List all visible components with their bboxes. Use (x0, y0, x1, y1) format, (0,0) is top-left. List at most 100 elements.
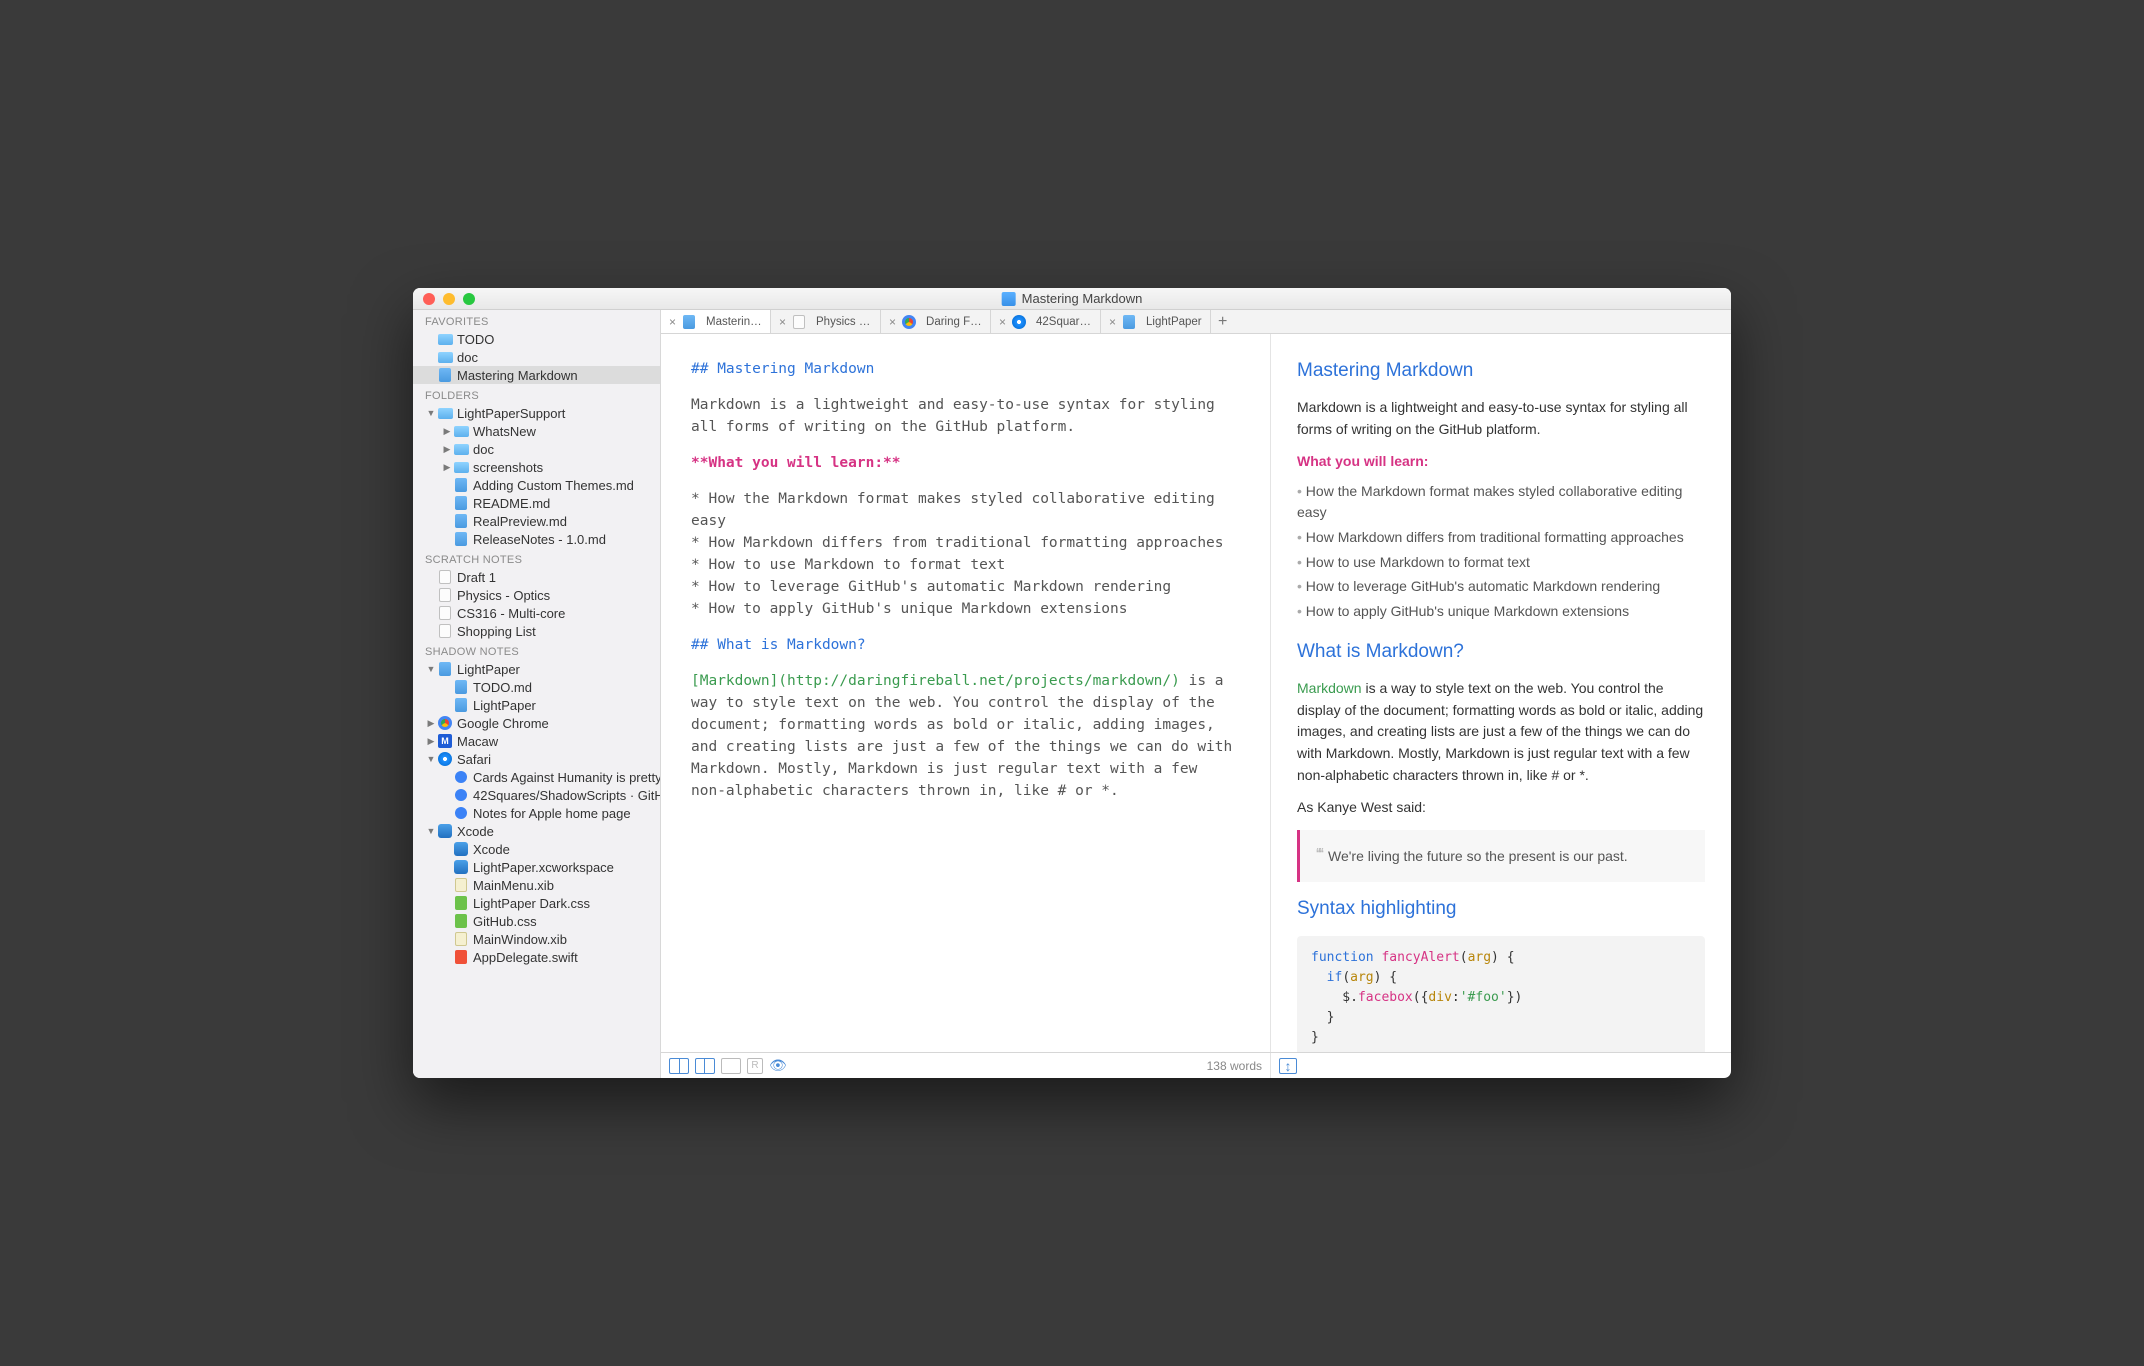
sidebar-item[interactable]: MainWindow.xib (413, 930, 660, 948)
editor-heading: ## Mastering Markdown (691, 361, 874, 377)
reading-mode-button[interactable]: R (747, 1058, 763, 1074)
sidebar-item[interactable]: Shopping List (413, 622, 660, 640)
file-icon (437, 368, 453, 382)
sync-scroll-button[interactable]: ↕ (1279, 1058, 1297, 1074)
sidebar-item-label: MainWindow.xib (473, 932, 567, 947)
disclosure-icon[interactable]: ▼ (425, 754, 437, 764)
layout-right-button[interactable] (695, 1058, 715, 1074)
sidebar-item[interactable]: ▼ Safari (413, 750, 660, 768)
xcode-icon (453, 860, 469, 874)
safari-icon (1011, 315, 1027, 329)
preview-pane: Mastering Markdown Markdown is a lightwe… (1271, 334, 1731, 1052)
sidebar-item[interactable]: GitHub.css (413, 912, 660, 930)
list-item: How the Markdown format makes styled col… (1297, 481, 1705, 524)
sidebar-item[interactable]: LightPaper Dark.css (413, 894, 660, 912)
sidebar-item[interactable]: Notes for Apple home page (413, 804, 660, 822)
sidebar-item[interactable]: RealPreview.md (413, 512, 660, 530)
disclosure-icon[interactable]: ▶ (441, 462, 453, 473)
layout-full-button[interactable] (721, 1058, 741, 1074)
status-bar: R 👁 138 words ↕ (661, 1052, 1731, 1078)
sidebar-item[interactable]: doc (413, 348, 660, 366)
sidebar-item[interactable]: Cards Against Humanity is pretty… (413, 768, 660, 786)
sidebar-item-label: CS316 - Multi-core (457, 606, 565, 621)
disclosure-icon[interactable]: ▶ (441, 426, 453, 437)
close-tab-icon[interactable]: × (889, 315, 896, 329)
layout-left-button[interactable] (669, 1058, 689, 1074)
sidebar-item-label: screenshots (473, 460, 543, 475)
sidebar-item[interactable]: ▶doc (413, 440, 660, 458)
close-tab-icon[interactable]: × (999, 315, 1006, 329)
sidebar-item[interactable]: LightPaper.xcworkspace (413, 858, 660, 876)
file-icon (1121, 315, 1137, 329)
section-scratch: SCRATCH NOTES (413, 548, 660, 568)
disclosure-icon[interactable]: ▶ (425, 718, 437, 729)
sidebar-item[interactable]: Draft 1 (413, 568, 660, 586)
sidebar-item[interactable]: ▶MMacaw (413, 732, 660, 750)
zoom-window-button[interactable] (463, 293, 475, 305)
sidebar-item-label: Shopping List (457, 624, 536, 639)
sidebar-item[interactable]: AppDelegate.swift (413, 948, 660, 966)
sidebar-item[interactable]: ▶Google Chrome (413, 714, 660, 732)
disclosure-icon[interactable]: ▼ (425, 664, 437, 674)
sidebar-item-label: MainMenu.xib (473, 878, 554, 893)
section-favorites: FAVORITES (413, 310, 660, 330)
sidebar-item[interactable]: TODO (413, 330, 660, 348)
sidebar-item[interactable]: ▶WhatsNew (413, 422, 660, 440)
sidebar-item[interactable]: 42Squares/ShadowScripts · GitHub (413, 786, 660, 804)
disclosure-icon[interactable]: ▶ (441, 444, 453, 455)
sidebar-item-label: GitHub.css (473, 914, 537, 929)
sidebar-item[interactable]: Xcode (413, 840, 660, 858)
sidebar-item[interactable]: ▼LightPaper (413, 660, 660, 678)
preview-subheading: What you will learn: (1297, 451, 1705, 473)
minimize-window-button[interactable] (443, 293, 455, 305)
preview-link[interactable]: Markdown (1297, 680, 1362, 696)
disclosure-icon[interactable]: ▼ (425, 826, 437, 836)
sidebar-item-label: README.md (473, 496, 550, 511)
titlebar: Mastering Markdown (413, 288, 1731, 310)
file-icon (453, 514, 469, 528)
sidebar-item[interactable]: ▶ screenshots (413, 458, 660, 476)
sidebar-item-label: LightPaper.xcworkspace (473, 860, 614, 875)
disclosure-icon[interactable]: ▼ (425, 408, 437, 418)
list-item: How to use Markdown to format text (1297, 552, 1705, 574)
new-tab-button[interactable]: + (1211, 310, 1235, 333)
preview-toggle-button[interactable]: 👁 (769, 1057, 787, 1074)
sidebar-item[interactable]: ▼LightPaperSupport (413, 404, 660, 422)
tab[interactable]: ×42Square… (991, 310, 1101, 333)
preview-quote: We're living the future so the present i… (1297, 830, 1705, 882)
editor-pane[interactable]: ## Mastering Markdown Markdown is a ligh… (661, 334, 1271, 1052)
folder-icon (453, 442, 469, 456)
sidebar-item[interactable]: CS316 - Multi-core (413, 604, 660, 622)
tab[interactable]: × Mastering Mar… (661, 310, 771, 333)
sidebar-item[interactable]: TODO.md (413, 678, 660, 696)
sidebar-item-label: Macaw (457, 734, 498, 749)
tab-label: Daring Fir… (926, 316, 982, 328)
sidebar-item-label: Safari (457, 752, 491, 767)
sidebar-item[interactable]: Adding Custom Themes.md (413, 476, 660, 494)
sidebar-item[interactable]: MainMenu.xib (413, 876, 660, 894)
list-item: How to apply GitHub's unique Markdown ex… (1297, 601, 1705, 623)
sidebar-item-label: Draft 1 (457, 570, 496, 585)
tab-label: Mastering Mar… (706, 316, 762, 328)
sidebar-item[interactable]: README.md (413, 494, 660, 512)
sidebar-item-label: RealPreview.md (473, 514, 567, 529)
window-title-text: Mastering Markdown (1022, 291, 1143, 306)
close-tab-icon[interactable]: × (669, 315, 676, 329)
list-item: How Markdown differs from traditional fo… (1297, 527, 1705, 549)
sidebar-item[interactable]: Mastering Markdown (413, 366, 660, 384)
editor-strong: **What you will learn:** (691, 455, 901, 471)
file-icon (453, 478, 469, 492)
tab[interactable]: × Daring Fir… (881, 310, 991, 333)
preview-heading: Syntax highlighting (1297, 894, 1705, 923)
sidebar-item[interactable]: LightPaper (413, 696, 660, 714)
close-tab-icon[interactable]: × (779, 315, 786, 329)
tab[interactable]: ×LightPaper (1101, 310, 1211, 333)
sidebar-item[interactable]: ▼Xcode (413, 822, 660, 840)
tab[interactable]: ×Physics -… (771, 310, 881, 333)
close-window-button[interactable] (423, 293, 435, 305)
file-icon (437, 570, 453, 584)
sidebar-item[interactable]: ReleaseNotes - 1.0.md (413, 530, 660, 548)
sidebar-item[interactable]: Physics - Optics (413, 586, 660, 604)
disclosure-icon[interactable]: ▶ (425, 736, 437, 747)
close-tab-icon[interactable]: × (1109, 315, 1116, 329)
